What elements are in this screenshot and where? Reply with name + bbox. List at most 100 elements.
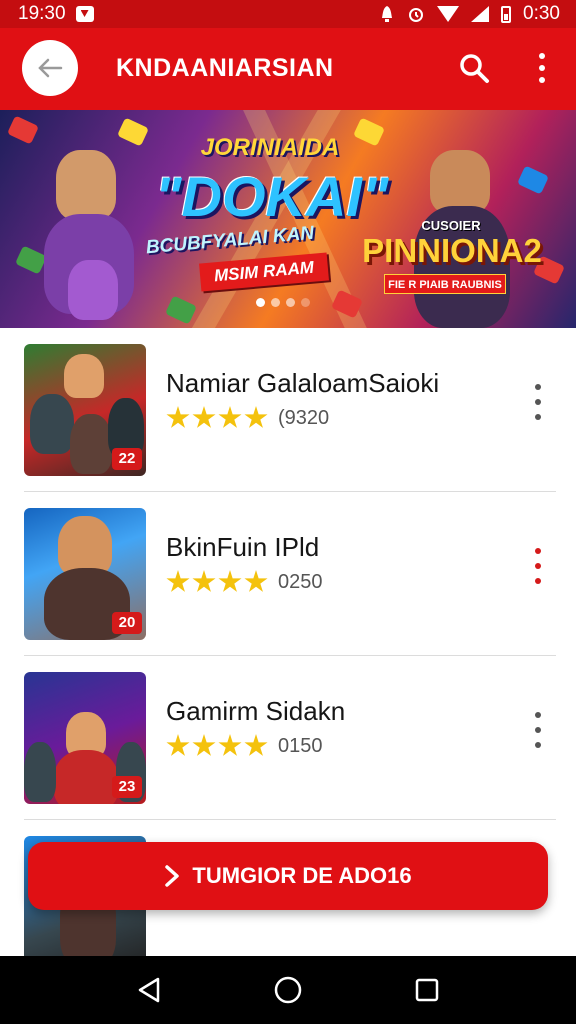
dot xyxy=(535,548,541,554)
more-vertical-icon[interactable] xyxy=(528,712,548,748)
banner-ribbon: MSIM RAAM xyxy=(199,252,329,292)
app-bar: KNDAANIARSIAN xyxy=(0,28,576,110)
rating-count: 0250 xyxy=(278,570,323,593)
nav-back-button[interactable] xyxy=(129,970,169,1010)
rating: 0150 xyxy=(166,734,323,758)
dot xyxy=(535,742,541,748)
rating: 0250 xyxy=(166,570,323,594)
thumb-char xyxy=(54,750,118,804)
nav-recents-button[interactable] xyxy=(407,970,447,1010)
star-icon xyxy=(192,570,216,592)
back-arrow-icon xyxy=(38,58,63,78)
star-icon xyxy=(218,570,242,592)
banner-right-title: PINNIONA2 xyxy=(362,232,542,269)
carousel-dot-active[interactable] xyxy=(256,298,265,307)
rating-count: 0150 xyxy=(278,734,323,757)
status-left: 19:30 xyxy=(18,3,94,25)
alarm-icon xyxy=(409,8,424,22)
banner-right-ribbon: FIE R PIAIB RAUBNIS xyxy=(384,274,506,294)
screen: 19:30 0:30 KNDAANIARSIAN JORINIAIDA "DOK… xyxy=(0,0,576,1024)
game-thumbnail[interactable]: 20 xyxy=(24,508,146,640)
carousel-dot[interactable] xyxy=(286,298,295,307)
hero-left-sidekick xyxy=(68,260,118,320)
star-icon xyxy=(218,406,242,428)
thumb-badge: 23 xyxy=(112,776,142,798)
carousel-dot[interactable] xyxy=(301,298,310,307)
thumb-char xyxy=(58,516,112,576)
banner-main-title: "DOKAI" xyxy=(155,165,389,228)
rating-count: (9320 xyxy=(278,406,330,429)
star-icon xyxy=(166,406,190,428)
status-bar: 19:30 0:30 xyxy=(0,0,576,28)
thumb-badge: 22 xyxy=(112,448,142,470)
list-item[interactable]: 20 BkinFuin IPld 0250 xyxy=(0,492,576,656)
banner-top-text: JORINIAIDA xyxy=(200,134,340,161)
thumb-badge: 20 xyxy=(112,612,142,634)
status-time-left: 19:30 xyxy=(18,3,66,24)
hero-right-head xyxy=(430,150,490,214)
star-icon xyxy=(244,406,268,428)
dot xyxy=(535,563,541,569)
notification-icon xyxy=(75,6,94,22)
thumb-char xyxy=(24,742,56,802)
dot xyxy=(539,77,545,83)
dot xyxy=(535,712,541,718)
cta-label: TUMGIOR DE ADO16 xyxy=(192,863,412,888)
dot xyxy=(535,414,541,420)
battery-icon xyxy=(501,5,512,23)
star-icon xyxy=(166,570,190,592)
signal-icon xyxy=(471,6,490,22)
promo-banner[interactable]: JORINIAIDA "DOKAI" BCUBFYALAI KAN MSIM R… xyxy=(0,110,576,328)
status-right: 0:30 xyxy=(379,3,560,25)
star-icon xyxy=(244,570,268,592)
app-title: KNDAANIARSIAN xyxy=(116,54,334,82)
gem-decoration xyxy=(352,117,386,147)
star-icon xyxy=(192,734,216,756)
star-icon xyxy=(192,406,216,428)
gem-decoration xyxy=(116,117,150,147)
gem-decoration xyxy=(6,115,40,145)
carousel-dot[interactable] xyxy=(271,298,280,307)
gem-decoration xyxy=(516,165,550,195)
status-time-right: 0:30 xyxy=(523,3,560,24)
game-thumbnail[interactable]: 23 xyxy=(24,672,146,804)
more-vertical-icon[interactable] xyxy=(524,48,560,88)
back-button[interactable] xyxy=(22,40,78,96)
dot xyxy=(535,727,541,733)
banner-right-top: CUSOIER xyxy=(421,218,481,233)
thumb-char xyxy=(70,414,112,474)
search-icon xyxy=(460,54,489,83)
hero-left-head xyxy=(56,150,116,220)
game-title[interactable]: BkinFuin IPld xyxy=(166,532,319,563)
list-item[interactable]: 23 Gamirm Sidakn 0150 xyxy=(0,656,576,820)
thumb-char xyxy=(64,354,104,398)
gem-decoration xyxy=(164,295,198,325)
dot xyxy=(535,399,541,405)
chevron-right-icon xyxy=(165,865,180,887)
game-thumbnail[interactable]: 22 xyxy=(24,344,146,476)
dot xyxy=(535,578,541,584)
search-button[interactable] xyxy=(454,48,494,88)
nav-home-button[interactable] xyxy=(268,970,308,1010)
nav-recents-icon xyxy=(415,978,438,1002)
star-icon xyxy=(244,734,268,756)
wifi-icon xyxy=(437,6,460,22)
more-vertical-icon[interactable] xyxy=(528,548,548,584)
thumb-char xyxy=(30,394,74,454)
star-icon xyxy=(166,734,190,756)
more-vertical-icon[interactable] xyxy=(528,384,548,420)
cta-button[interactable]: TUMGIOR DE ADO16 xyxy=(28,842,548,910)
dot xyxy=(539,53,545,59)
game-title[interactable]: Namiar GalaloamSaioki xyxy=(166,368,439,399)
dot xyxy=(539,65,545,71)
system-nav-bar xyxy=(0,956,576,1024)
list-item[interactable]: 22 Namiar GalaloamSaioki (9320 xyxy=(0,328,576,492)
game-title[interactable]: Gamirm Sidakn xyxy=(166,696,345,727)
rating: (9320 xyxy=(166,406,329,430)
nav-back-icon xyxy=(139,977,160,1003)
star-icon xyxy=(218,734,242,756)
dot xyxy=(535,384,541,390)
carousel-indicator xyxy=(256,298,310,307)
gem-decoration xyxy=(14,245,48,275)
nav-home-icon xyxy=(274,976,302,1004)
